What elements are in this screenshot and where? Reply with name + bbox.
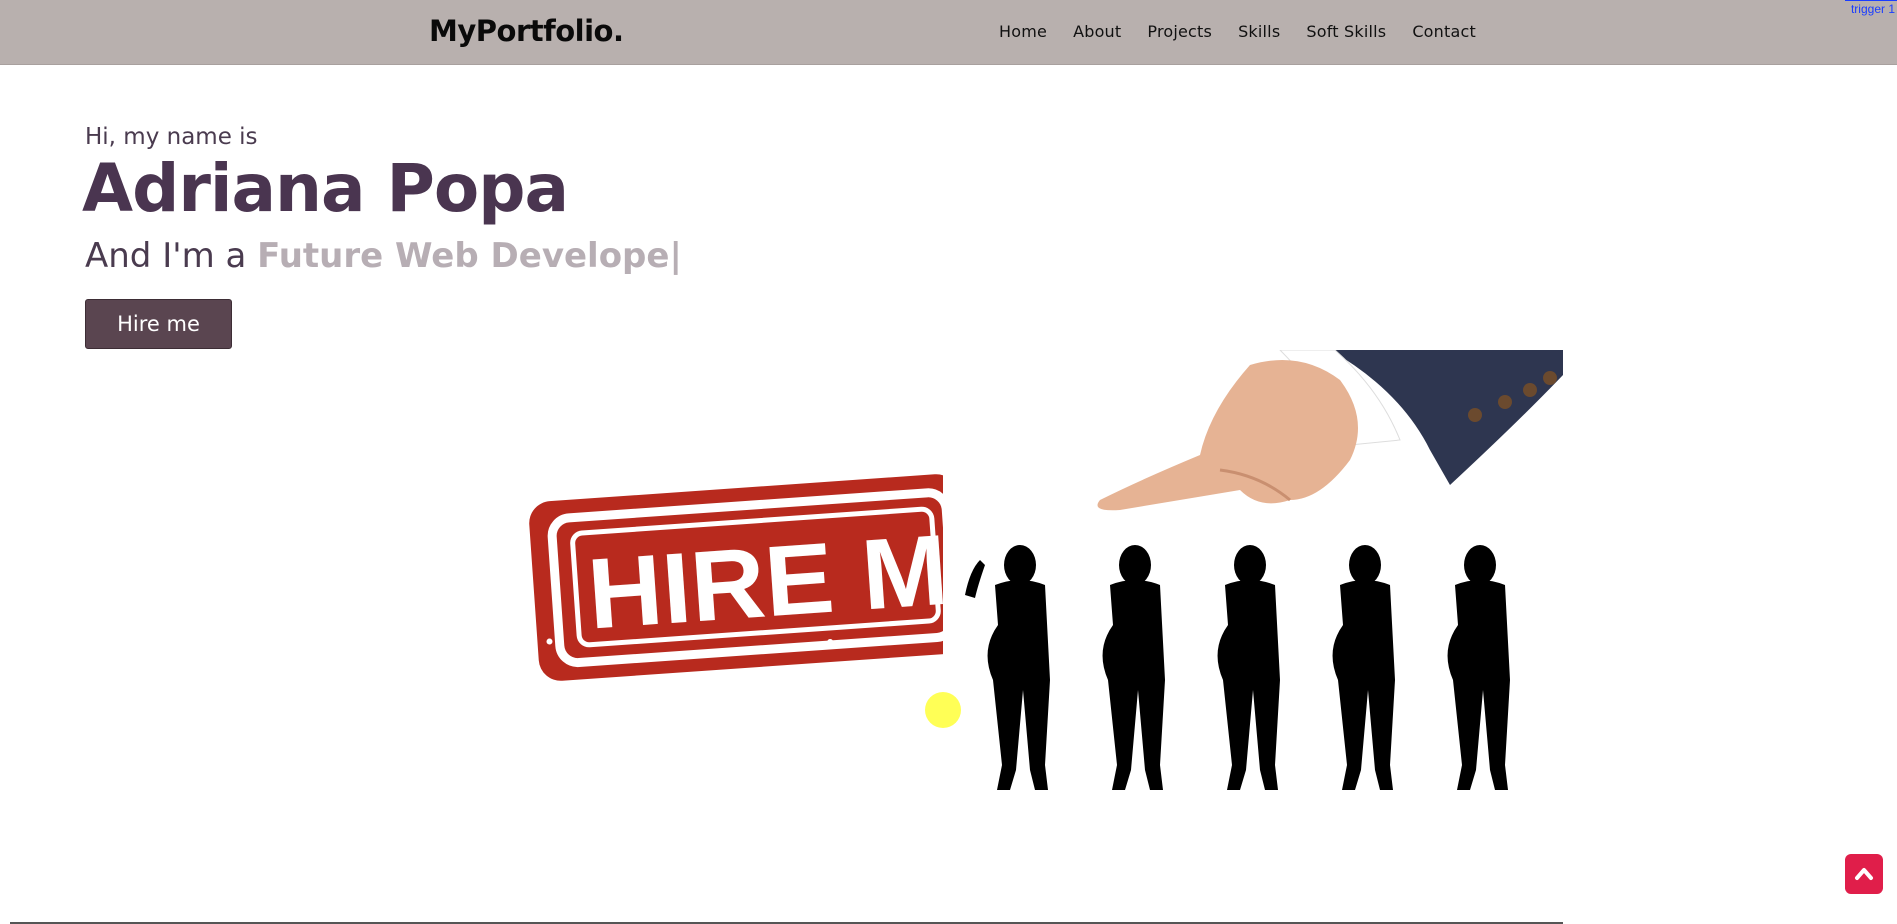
hero-role: And I'm a Future Web Develope| [85, 236, 682, 276]
hero-greeting: Hi, my name is [85, 124, 258, 150]
nav-menu: Home About Projects Skills Soft Skills C… [999, 22, 1502, 41]
hire-me-button[interactable]: Hire me [85, 299, 232, 349]
nav-link-skills[interactable]: Skills [1238, 22, 1280, 41]
scroll-to-top-button[interactable] [1845, 854, 1883, 894]
role-prefix: And I'm a [85, 236, 258, 276]
cursor-highlight [925, 692, 961, 728]
nav-link-home[interactable]: Home [999, 22, 1047, 41]
navbar: MyPortfolio. Home About Projects Skills … [0, 0, 1897, 65]
nav-link-soft-skills[interactable]: Soft Skills [1306, 22, 1386, 41]
hero-image: HIRE M [529, 350, 1563, 810]
nav-link-about[interactable]: About [1073, 22, 1121, 41]
nav-link-projects[interactable]: Projects [1147, 22, 1212, 41]
site-logo[interactable]: MyPortfolio. [429, 14, 624, 48]
arrow-up-icon [1855, 868, 1873, 880]
trigger-link[interactable]: trigger 1 [1844, 0, 1897, 16]
hero-name: Adriana Popa [82, 150, 569, 227]
nav-link-contact[interactable]: Contact [1412, 22, 1476, 41]
role-typed-text: Future Web Develope| [257, 236, 682, 276]
